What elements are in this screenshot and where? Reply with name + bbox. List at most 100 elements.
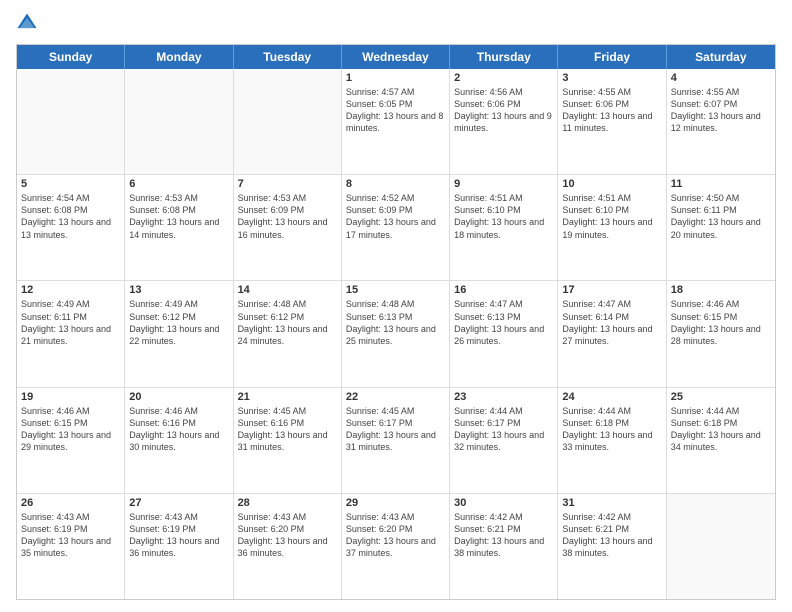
day-cell-5: 5Sunrise: 4:54 AM Sunset: 6:08 PM Daylig… bbox=[17, 175, 125, 280]
week-row-4: 19 Sunrise: 4:46 AM Sunset: 6:15 PM Dayli… bbox=[17, 387, 775, 493]
day-cell-20: 20 Sunrise: 4:46 AM Sunset: 6:16 PM Dayli… bbox=[125, 388, 233, 493]
calendar: SundayMondayTuesdayWednesdayThursdayFrid… bbox=[16, 44, 776, 600]
day-number: 6 bbox=[129, 178, 228, 190]
day-cell-4: 4 Sunrise: 4:55 AM Sunset: 6:07 PM Daylig… bbox=[667, 69, 775, 174]
day-cell-23: 23Sunrise: 4:44 AM Sunset: 6:17 PM Dayli… bbox=[450, 388, 558, 493]
day-number: 20 bbox=[129, 391, 228, 403]
logo bbox=[16, 12, 42, 34]
week-row-3: 12 Sunrise: 4:49 AM Sunset: 6:11 PM Dayli… bbox=[17, 280, 775, 386]
day-number: 22 bbox=[346, 391, 445, 403]
week-row-2: 5Sunrise: 4:54 AM Sunset: 6:08 PM Daylig… bbox=[17, 174, 775, 280]
day-info: Sunrise: 4:42 AM Sunset: 6:21 PM Dayligh… bbox=[562, 511, 661, 560]
day-cell-25: 25 Sunrise: 4:44 AM Sunset: 6:18 PM Dayli… bbox=[667, 388, 775, 493]
day-info: Sunrise: 4:53 AM Sunset: 6:09 PM Dayligh… bbox=[238, 192, 337, 241]
day-info: Sunrise: 4:44 AM Sunset: 6:18 PM Dayligh… bbox=[671, 405, 771, 454]
day-info: Sunrise: 4:50 AM Sunset: 6:11 PM Dayligh… bbox=[671, 192, 771, 241]
day-info: Sunrise: 4:44 AM Sunset: 6:18 PM Dayligh… bbox=[562, 405, 661, 454]
day-cell-empty bbox=[125, 69, 233, 174]
day-cell-7: 7 Sunrise: 4:53 AM Sunset: 6:09 PM Daylig… bbox=[234, 175, 342, 280]
day-cell-19: 19 Sunrise: 4:46 AM Sunset: 6:15 PM Dayli… bbox=[17, 388, 125, 493]
day-info: Sunrise: 4:47 AM Sunset: 6:14 PM Dayligh… bbox=[562, 298, 661, 347]
day-cell-10: 10Sunrise: 4:51 AM Sunset: 6:10 PM Dayli… bbox=[558, 175, 666, 280]
day-info: Sunrise: 4:56 AM Sunset: 6:06 PM Dayligh… bbox=[454, 86, 553, 135]
day-info: Sunrise: 4:44 AM Sunset: 6:17 PM Dayligh… bbox=[454, 405, 553, 454]
calendar-header: SundayMondayTuesdayWednesdayThursdayFrid… bbox=[17, 45, 775, 69]
day-info: Sunrise: 4:46 AM Sunset: 6:16 PM Dayligh… bbox=[129, 405, 228, 454]
day-header-saturday: Saturday bbox=[667, 45, 775, 69]
day-info: Sunrise: 4:45 AM Sunset: 6:16 PM Dayligh… bbox=[238, 405, 337, 454]
day-cell-24: 24 Sunrise: 4:44 AM Sunset: 6:18 PM Dayli… bbox=[558, 388, 666, 493]
day-info: Sunrise: 4:49 AM Sunset: 6:11 PM Dayligh… bbox=[21, 298, 120, 347]
day-cell-8: 8 Sunrise: 4:52 AM Sunset: 6:09 PM Daylig… bbox=[342, 175, 450, 280]
day-info: Sunrise: 4:48 AM Sunset: 6:13 PM Dayligh… bbox=[346, 298, 445, 347]
day-info: Sunrise: 4:43 AM Sunset: 6:19 PM Dayligh… bbox=[129, 511, 228, 560]
day-cell-empty bbox=[234, 69, 342, 174]
day-cell-16: 16Sunrise: 4:47 AM Sunset: 6:13 PM Dayli… bbox=[450, 281, 558, 386]
day-number: 29 bbox=[346, 497, 445, 509]
day-info: Sunrise: 4:55 AM Sunset: 6:06 PM Dayligh… bbox=[562, 86, 661, 135]
day-cell-13: 13 Sunrise: 4:49 AM Sunset: 6:12 PM Dayli… bbox=[125, 281, 233, 386]
day-number: 31 bbox=[562, 497, 661, 509]
day-cell-30: 30 Sunrise: 4:42 AM Sunset: 6:21 PM Dayli… bbox=[450, 494, 558, 599]
day-cell-22: 22Sunrise: 4:45 AM Sunset: 6:17 PM Dayli… bbox=[342, 388, 450, 493]
day-number: 21 bbox=[238, 391, 337, 403]
day-number: 9 bbox=[454, 178, 553, 190]
day-cell-31: 31 Sunrise: 4:42 AM Sunset: 6:21 PM Dayli… bbox=[558, 494, 666, 599]
day-info: Sunrise: 4:52 AM Sunset: 6:09 PM Dayligh… bbox=[346, 192, 445, 241]
day-cell-empty bbox=[667, 494, 775, 599]
day-number: 2 bbox=[454, 72, 553, 84]
logo-icon bbox=[16, 12, 38, 34]
day-number: 7 bbox=[238, 178, 337, 190]
day-number: 16 bbox=[454, 284, 553, 296]
day-info: Sunrise: 4:55 AM Sunset: 6:07 PM Dayligh… bbox=[671, 86, 771, 135]
day-info: Sunrise: 4:49 AM Sunset: 6:12 PM Dayligh… bbox=[129, 298, 228, 347]
day-cell-9: 9 Sunrise: 4:51 AM Sunset: 6:10 PM Daylig… bbox=[450, 175, 558, 280]
day-number: 12 bbox=[21, 284, 120, 296]
week-row-1: 1 Sunrise: 4:57 AM Sunset: 6:05 PM Daylig… bbox=[17, 69, 775, 174]
day-cell-21: 21 Sunrise: 4:45 AM Sunset: 6:16 PM Dayli… bbox=[234, 388, 342, 493]
day-info: Sunrise: 4:57 AM Sunset: 6:05 PM Dayligh… bbox=[346, 86, 445, 135]
day-number: 19 bbox=[21, 391, 120, 403]
day-info: Sunrise: 4:51 AM Sunset: 6:10 PM Dayligh… bbox=[562, 192, 661, 241]
day-info: Sunrise: 4:43 AM Sunset: 6:20 PM Dayligh… bbox=[238, 511, 337, 560]
day-cell-17: 17 Sunrise: 4:47 AM Sunset: 6:14 PM Dayli… bbox=[558, 281, 666, 386]
day-number: 8 bbox=[346, 178, 445, 190]
day-number: 11 bbox=[671, 178, 771, 190]
day-number: 28 bbox=[238, 497, 337, 509]
day-info: Sunrise: 4:51 AM Sunset: 6:10 PM Dayligh… bbox=[454, 192, 553, 241]
day-number: 17 bbox=[562, 284, 661, 296]
day-number: 4 bbox=[671, 72, 771, 84]
day-number: 24 bbox=[562, 391, 661, 403]
day-number: 18 bbox=[671, 284, 771, 296]
day-header-thursday: Thursday bbox=[450, 45, 558, 69]
page: SundayMondayTuesdayWednesdayThursdayFrid… bbox=[0, 0, 792, 612]
day-info: Sunrise: 4:42 AM Sunset: 6:21 PM Dayligh… bbox=[454, 511, 553, 560]
day-number: 13 bbox=[129, 284, 228, 296]
day-cell-27: 27 Sunrise: 4:43 AM Sunset: 6:19 PM Dayli… bbox=[125, 494, 233, 599]
day-number: 26 bbox=[21, 497, 120, 509]
day-info: Sunrise: 4:43 AM Sunset: 6:20 PM Dayligh… bbox=[346, 511, 445, 560]
day-header-sunday: Sunday bbox=[17, 45, 125, 69]
day-number: 25 bbox=[671, 391, 771, 403]
day-cell-12: 12 Sunrise: 4:49 AM Sunset: 6:11 PM Dayli… bbox=[17, 281, 125, 386]
day-number: 15 bbox=[346, 284, 445, 296]
day-header-tuesday: Tuesday bbox=[234, 45, 342, 69]
day-number: 30 bbox=[454, 497, 553, 509]
day-number: 27 bbox=[129, 497, 228, 509]
day-cell-1: 1 Sunrise: 4:57 AM Sunset: 6:05 PM Daylig… bbox=[342, 69, 450, 174]
day-number: 14 bbox=[238, 284, 337, 296]
day-cell-18: 18 Sunrise: 4:46 AM Sunset: 6:15 PM Dayli… bbox=[667, 281, 775, 386]
day-number: 1 bbox=[346, 72, 445, 84]
day-cell-2: 2 Sunrise: 4:56 AM Sunset: 6:06 PM Daylig… bbox=[450, 69, 558, 174]
day-cell-29: 29 Sunrise: 4:43 AM Sunset: 6:20 PM Dayli… bbox=[342, 494, 450, 599]
header bbox=[16, 12, 776, 34]
week-row-5: 26 Sunrise: 4:43 AM Sunset: 6:19 PM Dayli… bbox=[17, 493, 775, 599]
day-info: Sunrise: 4:46 AM Sunset: 6:15 PM Dayligh… bbox=[21, 405, 120, 454]
day-number: 5 bbox=[21, 178, 120, 190]
day-info: Sunrise: 4:46 AM Sunset: 6:15 PM Dayligh… bbox=[671, 298, 771, 347]
day-cell-28: 28 Sunrise: 4:43 AM Sunset: 6:20 PM Dayli… bbox=[234, 494, 342, 599]
day-info: Sunrise: 4:53 AM Sunset: 6:08 PM Dayligh… bbox=[129, 192, 228, 241]
day-info: Sunrise: 4:48 AM Sunset: 6:12 PM Dayligh… bbox=[238, 298, 337, 347]
calendar-body: 1 Sunrise: 4:57 AM Sunset: 6:05 PM Daylig… bbox=[17, 69, 775, 599]
day-info: Sunrise: 4:43 AM Sunset: 6:19 PM Dayligh… bbox=[21, 511, 120, 560]
